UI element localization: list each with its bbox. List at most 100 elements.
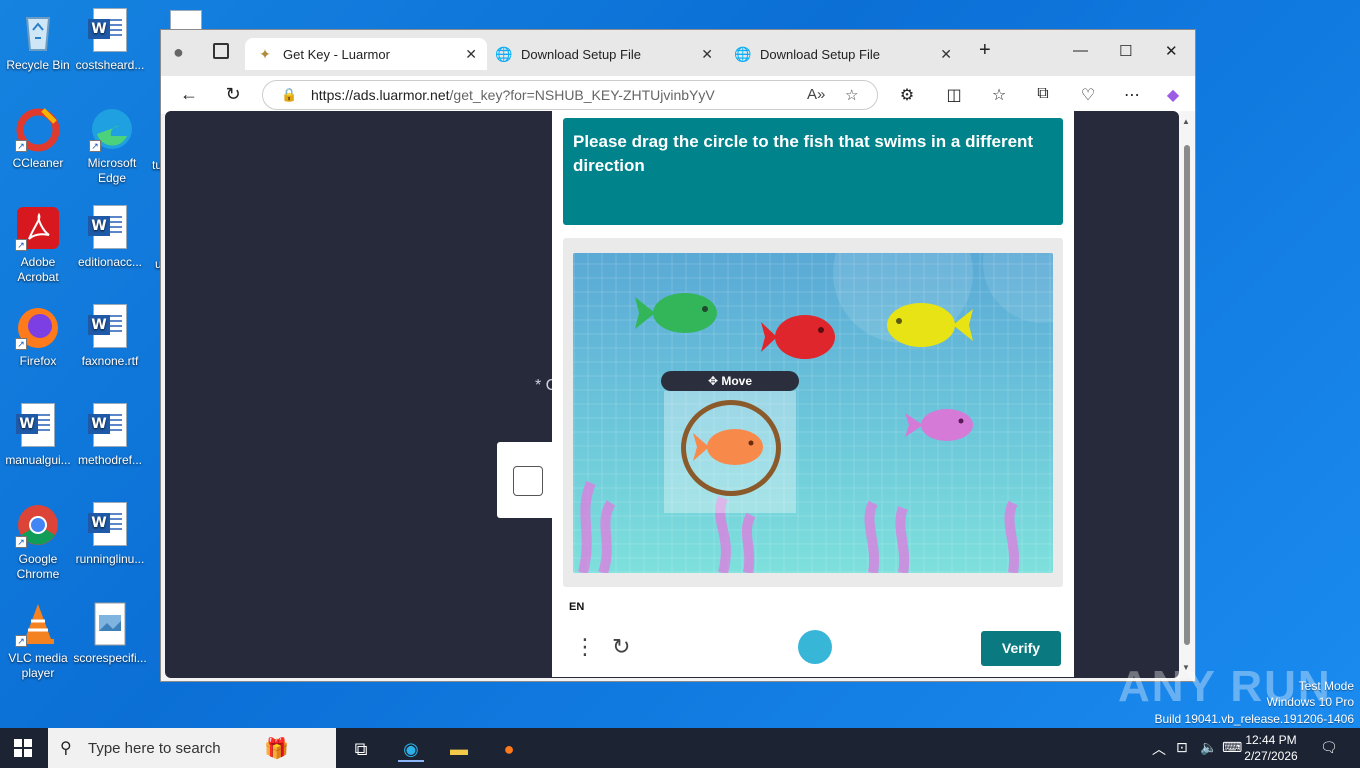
image-file-icon (87, 601, 133, 647)
desktop-icon-acrobat[interactable]: ↗ Adobe Acrobat (0, 205, 76, 285)
tab-actions-icon[interactable] (213, 43, 229, 59)
url-host: https://ads.luarmor.net (311, 87, 450, 103)
desktop-icon-methodref[interactable]: W methodref... (72, 403, 148, 468)
notifications-icon[interactable]: 🗨 (1320, 739, 1338, 756)
word-document-icon: W (87, 502, 133, 548)
windows-start-icon[interactable] (14, 739, 32, 757)
ccleaner-icon: ↗ (15, 106, 61, 152)
word-document-icon: W (15, 403, 61, 449)
collections-icon[interactable]: ⧉ (1032, 85, 1054, 103)
volume-icon[interactable]: 🔈 (1200, 739, 1217, 756)
recycle-bin-icon (15, 8, 61, 54)
tab-get-key[interactable]: ✦ Get Key - Luarmor ✕ (245, 38, 487, 70)
file-explorer-icon[interactable]: ▬ (446, 736, 472, 762)
fish-tank-image: ✥ Move (573, 253, 1053, 573)
shortcut-arrow-icon: ↗ (15, 239, 27, 251)
desktop-icon-faxnone[interactable]: W faxnone.rtf (72, 304, 148, 369)
desktop-icon-label: Adobe Acrobat (17, 255, 59, 284)
luarmor-favicon-icon: ✦ (259, 46, 271, 62)
browser-essentials-icon[interactable]: ♡ (1077, 85, 1099, 105)
desktop-icon-costsheard[interactable]: W costsheard... (72, 8, 148, 73)
url-input[interactable]: 🔒 https://ads.luarmor.net/get_key?for=NS… (262, 80, 878, 110)
tab-bar: ● ✦ Get Key - Luarmor ✕ 🌐 Download Setup… (161, 30, 1195, 76)
task-view-icon[interactable]: ⧉ (348, 736, 374, 762)
desktop-icon-runninglinu[interactable]: W runninglinu... (72, 502, 148, 567)
desktop-icon-label: Recycle Bin (6, 58, 70, 72)
move-label: Move (721, 374, 753, 388)
desktop-icon-label: editionacc... (77, 255, 143, 269)
word-document-icon: W (87, 205, 133, 251)
tab-download-setup-2[interactable]: 🌐 Download Setup File ✕ (722, 38, 962, 70)
desktop-icon-label: CCleaner (12, 156, 64, 170)
copilot-icon[interactable]: ◆ (1162, 85, 1184, 105)
page-scrollbar[interactable]: ▲ ▼ (1179, 111, 1195, 678)
firefox-icon: ↗ (15, 304, 61, 350)
url-path: /get_key?for=NSHUB_KEY-ZHTUjvinbYyV (449, 87, 715, 103)
gift-icon: 🎁 (264, 738, 289, 760)
taskbar-edge-icon[interactable]: ◉ (398, 736, 424, 762)
address-bar: ← ↻ 🔒 https://ads.luarmor.net/get_key?fo… (161, 76, 1195, 114)
captcha-checkbox[interactable] (513, 466, 543, 496)
taskbar-search[interactable]: ⚲ Type here to search 🎁 (48, 728, 336, 768)
captcha-prompt: Please drag the circle to the fish that … (563, 118, 1063, 225)
more-options-icon[interactable]: ⋮ (574, 634, 596, 660)
windows-edition-text: Windows 10 Pro (1266, 695, 1354, 709)
close-tab-icon[interactable]: ✕ (465, 46, 477, 63)
verify-button[interactable]: Verify (981, 631, 1061, 666)
desktop-icon-edge[interactable]: ↗ Microsoft Edge (74, 106, 150, 186)
extensions-icon[interactable]: ⚙ (896, 85, 918, 105)
pink-fish (905, 409, 973, 441)
favorites-icon[interactable]: ☆ (988, 85, 1010, 105)
new-tab-icon[interactable]: + (979, 39, 991, 62)
desktop-icon-manualgui[interactable]: W manualgui... (0, 403, 76, 468)
search-icon: ⚲ (60, 740, 72, 757)
desktop-icon-label: methodref... (77, 453, 143, 467)
edge-icon: ↗ (89, 106, 135, 152)
desktop-icon-label: manualgui... (5, 453, 71, 467)
split-screen-icon[interactable]: ◫ (943, 85, 965, 105)
desktop-icon-vlc[interactable]: ↗ VLC media player (0, 601, 76, 681)
maximize-icon[interactable]: ☐ (1119, 42, 1132, 60)
lock-icon: 🔒 (281, 87, 298, 102)
desktop-icon-label: Firefox (19, 354, 57, 368)
reload-challenge-icon[interactable]: ↻ (612, 634, 630, 660)
clock-time: 12:44 PM (1245, 733, 1297, 747)
tab-title: Get Key - Luarmor (283, 46, 390, 62)
tab-title: Download Setup File (760, 46, 880, 62)
taskbar-clock[interactable]: 12:44 PM 2/27/2026 (1240, 732, 1302, 764)
network-icon[interactable]: ⊡ (1176, 739, 1188, 756)
desktop-icon-ccleaner[interactable]: ↗ CCleaner (0, 106, 76, 171)
back-arrow-icon[interactable]: ← (177, 84, 201, 105)
close-window-icon[interactable]: ✕ (1165, 42, 1178, 60)
show-hidden-icons-icon[interactable]: ︿ (1152, 739, 1166, 759)
taskbar-firefox-icon[interactable]: ● (496, 736, 522, 762)
minimize-icon[interactable]: — (1073, 42, 1088, 59)
refresh-icon[interactable]: ↻ (221, 84, 245, 105)
scroll-up-icon[interactable]: ▲ (1182, 117, 1190, 126)
close-tab-icon[interactable]: ✕ (940, 46, 952, 63)
desktop-icon-firefox[interactable]: ↗ Firefox (0, 304, 76, 369)
desktop-icon-editionacc[interactable]: W editionacc... (72, 205, 148, 270)
scrollbar-thumb[interactable] (1184, 145, 1190, 645)
shortcut-arrow-icon: ↗ (15, 536, 27, 548)
taskbar: ⚲ Type here to search 🎁 ⧉ ◉ ▬ ● ︿ ⊡ 🔈 ⌨ … (0, 728, 1360, 768)
desktop-icon-recycle-bin[interactable]: Recycle Bin (0, 8, 76, 73)
shortcut-arrow-icon: ↗ (89, 140, 101, 152)
desktop-icon-label: Google Chrome (16, 552, 60, 581)
word-document-icon: W (87, 403, 133, 449)
shortcut-arrow-icon: ↗ (15, 635, 27, 647)
more-menu-icon[interactable]: ⋯ (1121, 85, 1143, 105)
tab-download-setup-1[interactable]: 🌐 Download Setup File ✕ (483, 38, 723, 70)
captcha-panel: Please drag the circle to the fish that … (552, 110, 1074, 677)
favorite-star-icon[interactable]: ☆ (845, 86, 858, 104)
globe-icon: 🌐 (495, 46, 513, 62)
close-tab-icon[interactable]: ✕ (701, 46, 713, 63)
language-selector[interactable]: EN (569, 601, 584, 613)
move-handle[interactable]: ✥ Move (661, 371, 799, 391)
desktop-icon-scorespecifi[interactable]: scorespecifi... (72, 601, 148, 666)
desktop-icon-chrome[interactable]: ↗ Google Chrome (0, 502, 76, 582)
profile-icon[interactable]: ● (173, 42, 184, 63)
drag-circle[interactable] (681, 400, 781, 496)
read-aloud-icon[interactable]: A» (807, 86, 825, 103)
shortcut-arrow-icon: ↗ (15, 140, 27, 152)
